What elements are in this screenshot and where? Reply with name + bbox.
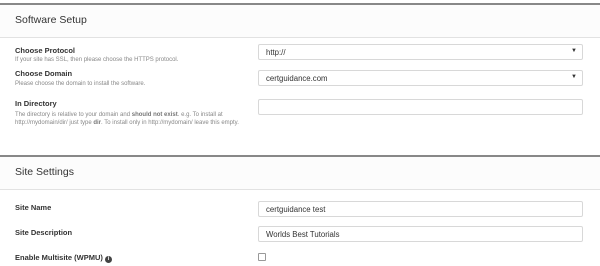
directory-label: In Directory (15, 99, 57, 108)
directory-help-text-3: . To install only in http://mydomain/ le… (101, 120, 239, 127)
protocol-help: If your site has SSL, then please choose… (15, 57, 179, 63)
site-description-value: Worlds Best Tutorials (266, 230, 340, 239)
protocol-select[interactable]: http:// ▼ (258, 44, 583, 60)
multisite-label-text: Enable Multisite (WPMU) (15, 253, 103, 262)
software-setup-header: Software Setup (0, 5, 600, 38)
site-name-value: certguidance test (266, 205, 326, 214)
directory-help-bold-2: dir (93, 120, 102, 127)
directory-help-bold-1: should not exist (131, 112, 178, 118)
software-setup-title: Software Setup (15, 14, 87, 26)
domain-help: Please choose the domain to install the … (15, 81, 146, 87)
multisite-label: Enable Multisite (WPMU) i (15, 253, 112, 263)
site-settings-title: Site Settings (15, 166, 74, 178)
site-name-input[interactable]: certguidance test (258, 201, 583, 217)
site-settings-header: Site Settings (0, 157, 600, 190)
domain-select[interactable]: certguidance.com ▼ (258, 70, 583, 86)
directory-help-text-1: The directory is relative to your domain… (15, 112, 132, 118)
caret-down-icon: ▼ (571, 74, 577, 80)
protocol-value: http:// (266, 48, 286, 57)
site-description-label: Site Description (15, 228, 73, 237)
directory-input[interactable] (258, 99, 583, 115)
site-description-input[interactable]: Worlds Best Tutorials (258, 226, 583, 242)
protocol-label: Choose Protocol (15, 46, 76, 55)
site-name-label: Site Name (15, 203, 52, 212)
domain-value: certguidance.com (266, 74, 328, 83)
domain-label: Choose Domain (15, 69, 73, 78)
caret-down-icon: ▼ (571, 48, 577, 54)
directory-help: The directory is relative to your domain… (15, 111, 260, 128)
info-icon[interactable]: i (104, 256, 112, 263)
multisite-checkbox[interactable] (258, 253, 266, 261)
